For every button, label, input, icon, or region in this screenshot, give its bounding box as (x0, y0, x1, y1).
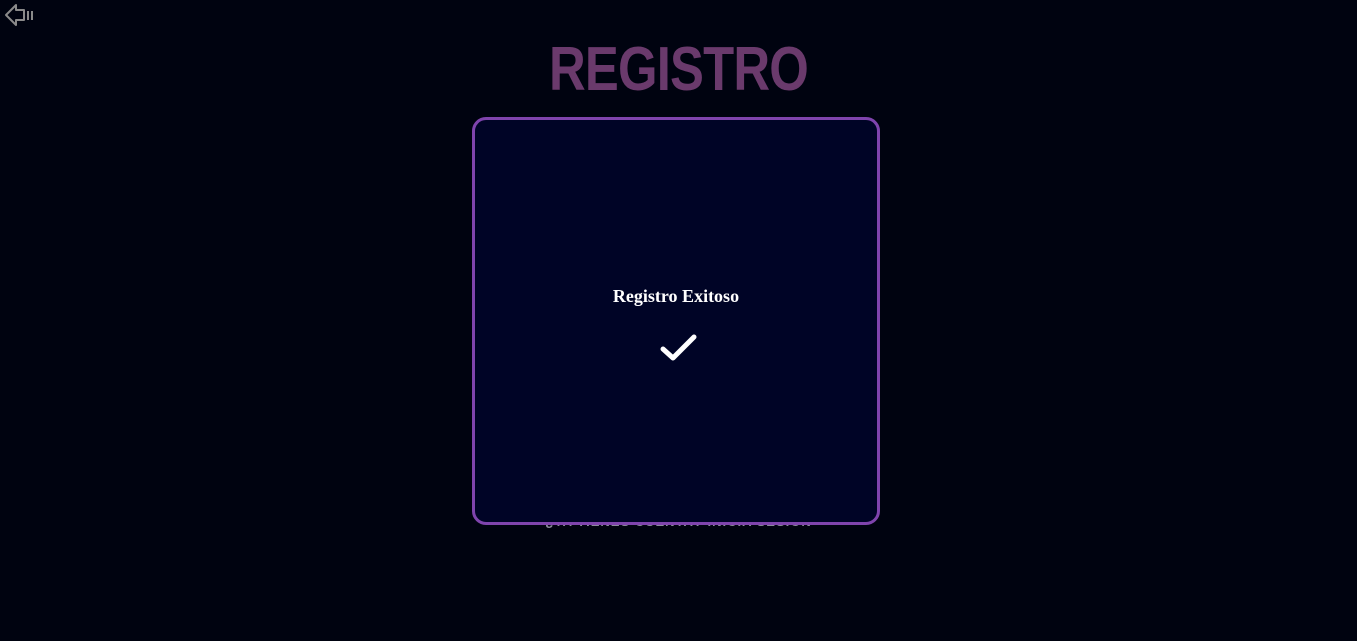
check-icon (660, 334, 697, 361)
page-title: REGISTRO (549, 35, 809, 104)
success-modal: Registro Exitoso (472, 117, 880, 525)
success-message: Registro Exitoso (612, 286, 740, 306)
back-button[interactable] (4, 2, 36, 28)
arrow-left-icon (5, 4, 33, 26)
